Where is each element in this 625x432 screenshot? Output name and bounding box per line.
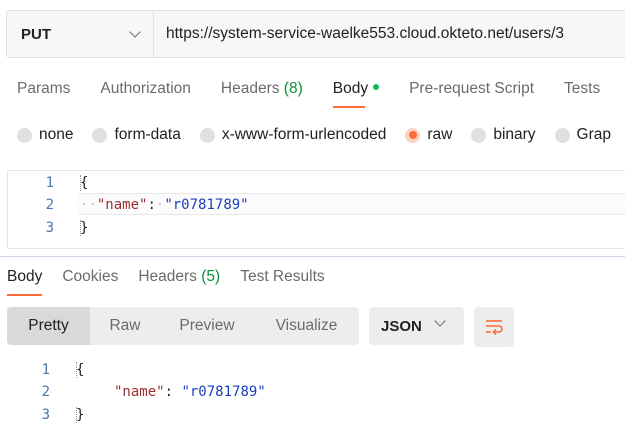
headers-count: (8) bbox=[283, 80, 303, 97]
chevron-down-icon bbox=[434, 315, 446, 327]
line-number: 3 bbox=[41, 407, 50, 423]
view-pretty-button[interactable]: Pretty bbox=[7, 307, 90, 345]
json-key: "name" bbox=[114, 384, 165, 400]
tab-tests[interactable]: Tests bbox=[564, 80, 600, 98]
tab-authorization[interactable]: Authorization bbox=[100, 80, 190, 98]
request-tabs: Params Authorization Headers (8) Body Pr… bbox=[17, 80, 625, 108]
request-url-bar: PUT https://system-service-waelke553.clo… bbox=[6, 10, 625, 58]
code-line: ··"name":·"r0781789" bbox=[80, 197, 249, 213]
radio-icon bbox=[471, 127, 487, 143]
status-dot-icon bbox=[373, 84, 380, 91]
code-line: "name": "r0781789" bbox=[114, 384, 266, 400]
radio-icon bbox=[199, 127, 215, 143]
wrap-lines-button[interactable] bbox=[474, 307, 514, 347]
radio-x-www-form-urlencoded[interactable]: x-www-form-urlencoded bbox=[199, 126, 386, 144]
chevron-down-icon bbox=[129, 25, 141, 38]
radio-none[interactable]: none bbox=[17, 126, 73, 144]
tab-test-results[interactable]: Test Results bbox=[240, 268, 324, 286]
line-number: 1 bbox=[45, 175, 54, 191]
json-value: "r0781789" bbox=[181, 384, 266, 400]
view-preview-button[interactable]: Preview bbox=[160, 307, 254, 345]
tab-cookies[interactable]: Cookies bbox=[62, 268, 118, 286]
radio-binary[interactable]: binary bbox=[471, 126, 536, 144]
method-select[interactable]: PUT bbox=[7, 11, 154, 57]
radio-form-data[interactable]: form-data bbox=[92, 126, 181, 144]
tab-response-body[interactable]: Body bbox=[7, 268, 43, 296]
radio-graphql[interactable]: Grap bbox=[554, 126, 611, 144]
body-type-options: none form-data x-www-form-urlencoded raw… bbox=[17, 126, 625, 144]
tab-body[interactable]: Body bbox=[332, 80, 380, 108]
radio-raw[interactable]: raw bbox=[405, 126, 452, 144]
tab-headers[interactable]: Headers (8) bbox=[221, 80, 303, 98]
view-raw-button[interactable]: Raw bbox=[90, 307, 160, 345]
method-label: PUT bbox=[21, 25, 51, 43]
open-brace: { bbox=[80, 175, 89, 191]
wrap-lines-icon bbox=[486, 320, 503, 336]
radio-icon bbox=[17, 127, 32, 143]
request-body-editor[interactable]: 1 2 3 { ··"name":·"r0781789" } bbox=[7, 170, 625, 249]
line-number: 2 bbox=[45, 197, 54, 213]
response-headers-count: (5) bbox=[201, 268, 221, 285]
radio-icon bbox=[554, 127, 570, 143]
close-brace: } bbox=[80, 220, 89, 236]
radio-selected-icon bbox=[405, 127, 421, 143]
pane-divider[interactable] bbox=[0, 256, 625, 257]
url-input[interactable]: https://system-service-waelke553.cloud.o… bbox=[154, 11, 625, 57]
format-select[interactable]: JSON bbox=[369, 307, 464, 345]
format-label: JSON bbox=[381, 317, 422, 335]
tab-params[interactable]: Params bbox=[17, 80, 70, 98]
line-number: 3 bbox=[45, 220, 54, 236]
view-mode-group: Pretty Raw Preview Visualize bbox=[7, 307, 359, 345]
tab-response-headers[interactable]: Headers (5) bbox=[138, 268, 220, 286]
tab-pre-request-script[interactable]: Pre-request Script bbox=[409, 80, 534, 98]
view-visualize-button[interactable]: Visualize bbox=[254, 307, 359, 345]
open-brace: { bbox=[76, 362, 85, 378]
response-tabs: Body Cookies Headers (5) Test Results bbox=[7, 268, 345, 296]
close-brace: } bbox=[76, 407, 85, 423]
response-body-viewer[interactable]: 1 2 3 { "name": "r0781789" } bbox=[0, 360, 625, 432]
line-number: 1 bbox=[41, 362, 50, 378]
json-key: "name" bbox=[96, 197, 148, 213]
json-value: "r0781789" bbox=[164, 197, 249, 213]
radio-icon bbox=[92, 127, 108, 143]
line-number: 2 bbox=[41, 384, 50, 400]
